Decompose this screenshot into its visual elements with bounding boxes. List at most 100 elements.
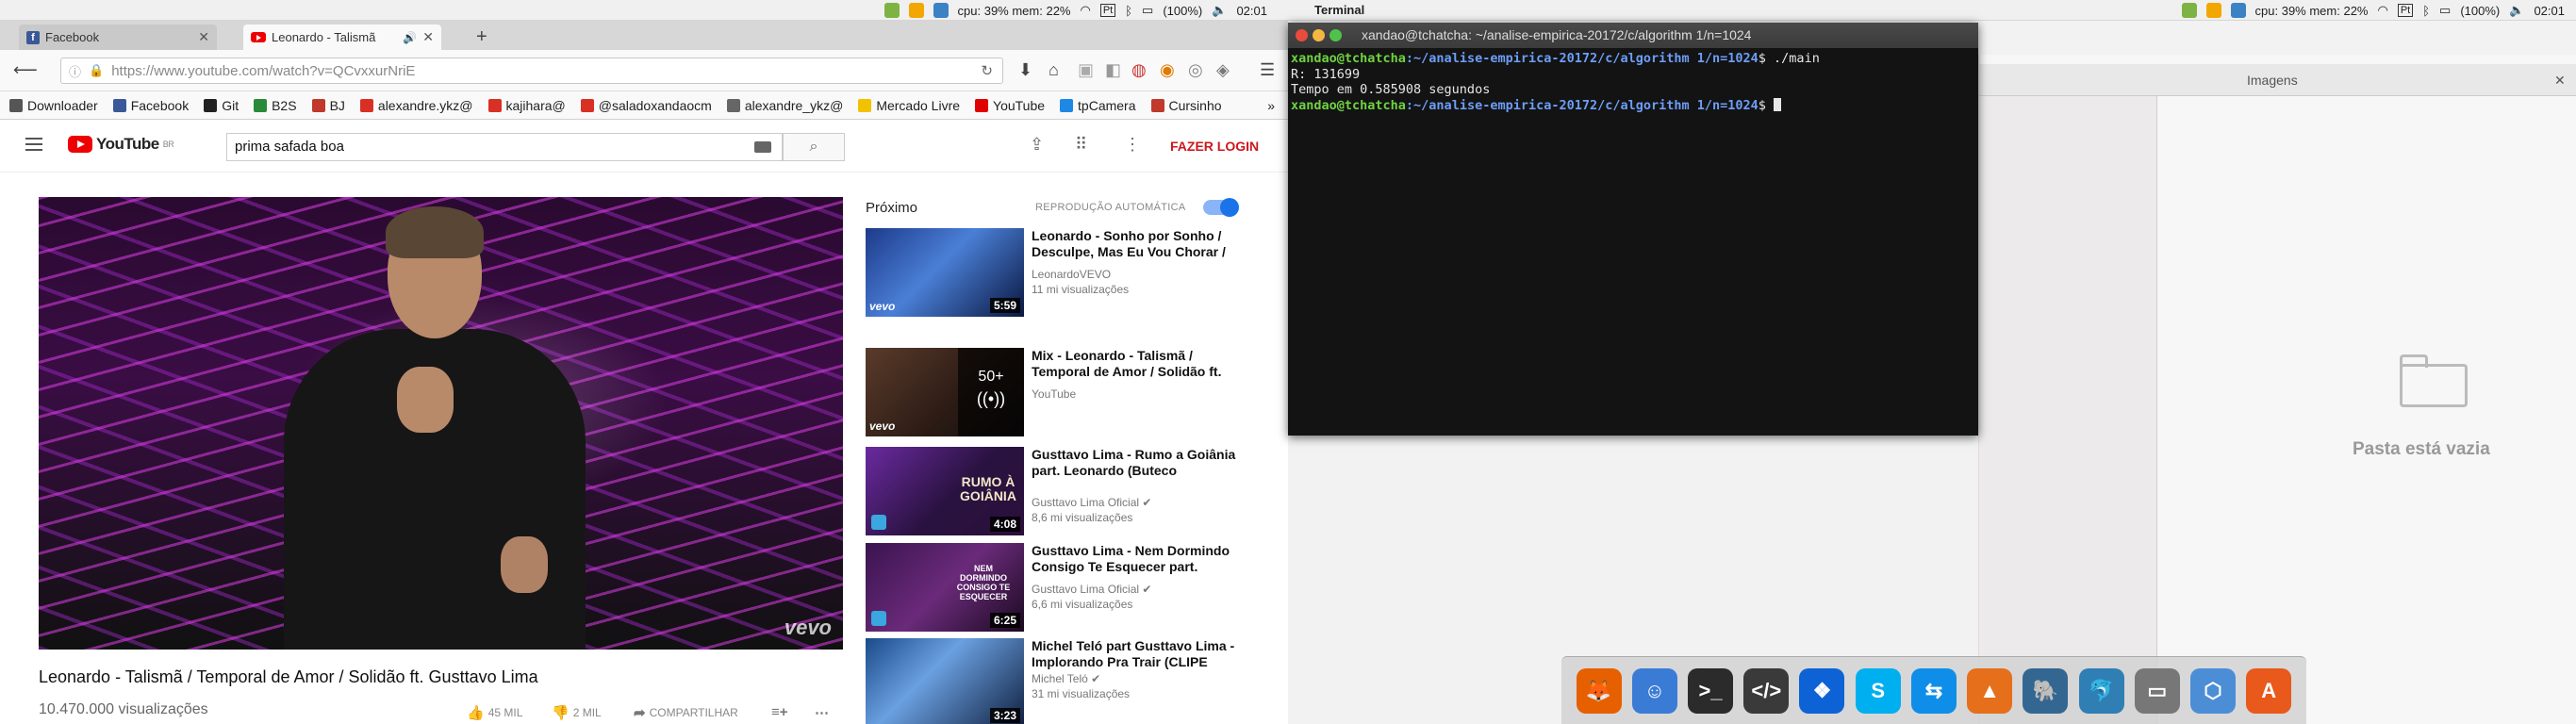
new-tab-button[interactable]: + (476, 26, 487, 48)
extension-icon[interactable]: ◉ (1160, 60, 1175, 80)
recommendation-item[interactable]: NEM DORMINDO CONSIGO TE ESQUECER 6:25 Gu… (866, 543, 1243, 632)
extension-icon[interactable]: ▣ (1078, 60, 1094, 80)
tab-facebook[interactable]: f Facebook ✕ (19, 25, 217, 50)
download-icon[interactable]: ⬇ (1018, 60, 1032, 80)
volume-icon[interactable]: 🔈 (1212, 3, 1227, 18)
recommendation-title[interactable]: Gusttavo Lima - Rumo a Goiânia part. Leo… (1032, 447, 1239, 479)
cpu-mem-label[interactable]: cpu: 39% mem: 22% (2255, 4, 2369, 18)
apps-grid-icon[interactable]: ⠿ (1075, 135, 1087, 155)
close-window-button[interactable] (1296, 29, 1308, 41)
wifi-icon[interactable]: ◠ (2377, 3, 2387, 18)
video-thumbnail[interactable]: vevo 5:59 (866, 228, 1024, 317)
battery-icon[interactable]: ▭ (2439, 3, 2451, 18)
bookmark-item[interactable]: Git (204, 98, 239, 113)
bookmark-item[interactable]: alexandre_ykz@ (726, 98, 843, 113)
add-to-playlist-button[interactable]: ≡+ (771, 704, 788, 720)
dock-finder-icon[interactable]: ☺ (1631, 667, 1677, 714)
close-tab-icon[interactable]: ✕ (2554, 64, 2566, 96)
channel-name[interactable]: Gusttavo Lima Oficial ✔ (1032, 583, 1151, 596)
indicator-icon[interactable] (933, 3, 949, 18)
hamburger-menu-icon[interactable] (25, 138, 42, 151)
bookmark-item[interactable]: Facebook (112, 98, 189, 113)
extension-icon[interactable]: ◎ (1188, 60, 1203, 80)
more-vert-icon[interactable]: ⋮ (1124, 135, 1141, 155)
battery-icon[interactable]: ▭ (1142, 3, 1153, 18)
recommendation-item[interactable]: vevo 50+ ((•)) Mix - Leonardo - Talismã … (866, 348, 1243, 436)
extension-icon[interactable]: ◈ (1216, 60, 1230, 80)
channel-name[interactable]: LeonardoVEVO (1032, 268, 1111, 281)
tab-label[interactable]: Imagens (2247, 64, 2298, 96)
menu-icon[interactable]: ☰ (1260, 60, 1275, 80)
battery-label[interactable]: (100%) (1163, 4, 1202, 18)
url-text[interactable]: https://www.youtube.com/watch?v=QCvxxurN… (111, 63, 415, 79)
dock-terminal-icon[interactable]: >_ (1688, 667, 1734, 714)
dock-matlab-icon[interactable]: ▲ (1967, 667, 2013, 714)
bookmark-item[interactable]: B2S (254, 98, 297, 113)
active-app-name[interactable]: Terminal (1314, 3, 1364, 17)
upload-icon[interactable]: ⇪ (1030, 135, 1044, 155)
login-button[interactable]: FAZER LOGIN (1170, 139, 1259, 154)
bluetooth-icon[interactable]: ᛒ (1125, 4, 1132, 18)
video-thumbnail[interactable]: RUMO À GOIÂNIA 4:08 (866, 447, 1024, 535)
dock-code-editor-icon[interactable]: </> (1743, 667, 1790, 714)
recommendation-title[interactable]: Michel Teló part Gusttavo Lima - Implora… (1032, 638, 1239, 670)
bookmark-item[interactable]: YouTube (975, 98, 1045, 113)
dock-postgresql-icon[interactable]: 🐘 (2023, 667, 2069, 714)
channel-name[interactable]: Michel Teló ✔ (1032, 672, 1100, 685)
minimize-window-button[interactable] (1313, 29, 1325, 41)
keyboard-layout-icon[interactable]: Pt (2397, 4, 2414, 17)
dislike-button[interactable]: 👎 2 MIL (552, 704, 602, 721)
tab-youtube[interactable]: Leonardo - Talismã 🔊 ✕ (243, 25, 441, 50)
info-icon[interactable]: ⓘ (69, 62, 81, 80)
bluetooth-icon[interactable]: ᛒ (2422, 4, 2430, 18)
notification-icon[interactable] (908, 3, 924, 18)
search-button[interactable]: ⌕ (783, 133, 845, 161)
bookmark-item[interactable]: BJ (311, 98, 345, 113)
channel-name[interactable]: Gusttavo Lima Oficial ✔ (1032, 496, 1151, 509)
youtube-logo[interactable]: YouTube BR (68, 135, 174, 154)
maximize-window-button[interactable] (1329, 29, 1342, 41)
bookmark-item[interactable]: kajihara@ (487, 98, 566, 113)
volume-icon[interactable]: 🔈 (2509, 3, 2524, 18)
bookmark-item[interactable]: tpCamera (1060, 98, 1136, 113)
dock-system-tool-icon[interactable]: ▭ (2134, 667, 2180, 714)
recommendation-item[interactable]: RUMO À GOIÂNIA 4:08 Gusttavo Lima - Rumo… (866, 447, 1243, 535)
terminal-window[interactable]: xandao@tchatcha: ~/analise-empirica-2017… (1288, 23, 1978, 436)
url-bar[interactable]: ⓘ 🔒 https://www.youtube.com/watch?v=QCvx… (60, 58, 1003, 84)
dock-teamviewer-icon[interactable]: ⇆ (1910, 667, 1957, 714)
notification-icon[interactable] (2205, 3, 2221, 18)
bookmark-item[interactable]: alexandre.ykz@ (359, 98, 473, 113)
recommendation-title[interactable]: Mix - Leonardo - Talismã / Temporal de A… (1032, 348, 1239, 380)
close-tab-icon[interactable]: ✕ (198, 29, 209, 45)
dock-mysql-workbench-icon[interactable]: 🐬 (2078, 667, 2124, 714)
bookmark-item[interactable]: @saladoxandaocm (580, 98, 712, 113)
update-icon[interactable] (883, 3, 900, 18)
video-player[interactable]: vevo (39, 197, 843, 650)
dock-virtualbox-icon[interactable]: ⬡ (2190, 667, 2237, 714)
bookmark-item[interactable]: Downloader (9, 98, 98, 113)
video-thumbnail[interactable]: vevo 50+ ((•)) (866, 348, 1024, 436)
indicator-icon[interactable] (2230, 3, 2246, 18)
search-input[interactable]: prima safada boa (226, 133, 783, 161)
video-thumbnail[interactable]: NEM DORMINDO CONSIGO TE ESQUECER 6:25 (866, 543, 1024, 632)
extension-icon[interactable]: ◍ (1131, 60, 1147, 80)
home-icon[interactable]: ⌂ (1049, 60, 1059, 80)
dock-ubuntu-software-icon[interactable]: A (2246, 667, 2292, 714)
back-icon[interactable]: ⟵ (13, 60, 38, 80)
cpu-mem-label[interactable]: cpu: 39% mem: 22% (958, 4, 1071, 18)
close-tab-icon[interactable]: ✕ (422, 29, 434, 45)
speaker-icon[interactable]: 🔊 (403, 31, 417, 44)
more-actions-button[interactable]: ⋯ (815, 704, 829, 721)
like-button[interactable]: 👍 45 MIL (467, 704, 522, 721)
channel-name[interactable]: YouTube (1032, 387, 1076, 401)
dock-skype-icon[interactable]: S (1855, 667, 1901, 714)
clock[interactable]: 02:01 (1236, 4, 1267, 18)
autoplay-toggle[interactable] (1203, 198, 1239, 217)
terminal-titlebar[interactable]: xandao@tchatcha: ~/analise-empirica-2017… (1288, 23, 1978, 48)
recommendation-item[interactable]: 3:23 Michel Teló part Gusttavo Lima - Im… (866, 638, 1243, 724)
clock[interactable]: 02:01 (2534, 4, 2565, 18)
dock-dropbox-icon[interactable]: ❖ (1799, 667, 1845, 714)
keyboard-layout-icon[interactable]: Pt (1099, 4, 1116, 17)
extension-icon[interactable]: ◧ (1105, 60, 1121, 80)
share-button[interactable]: ➦ COMPARTILHAR (634, 704, 738, 721)
